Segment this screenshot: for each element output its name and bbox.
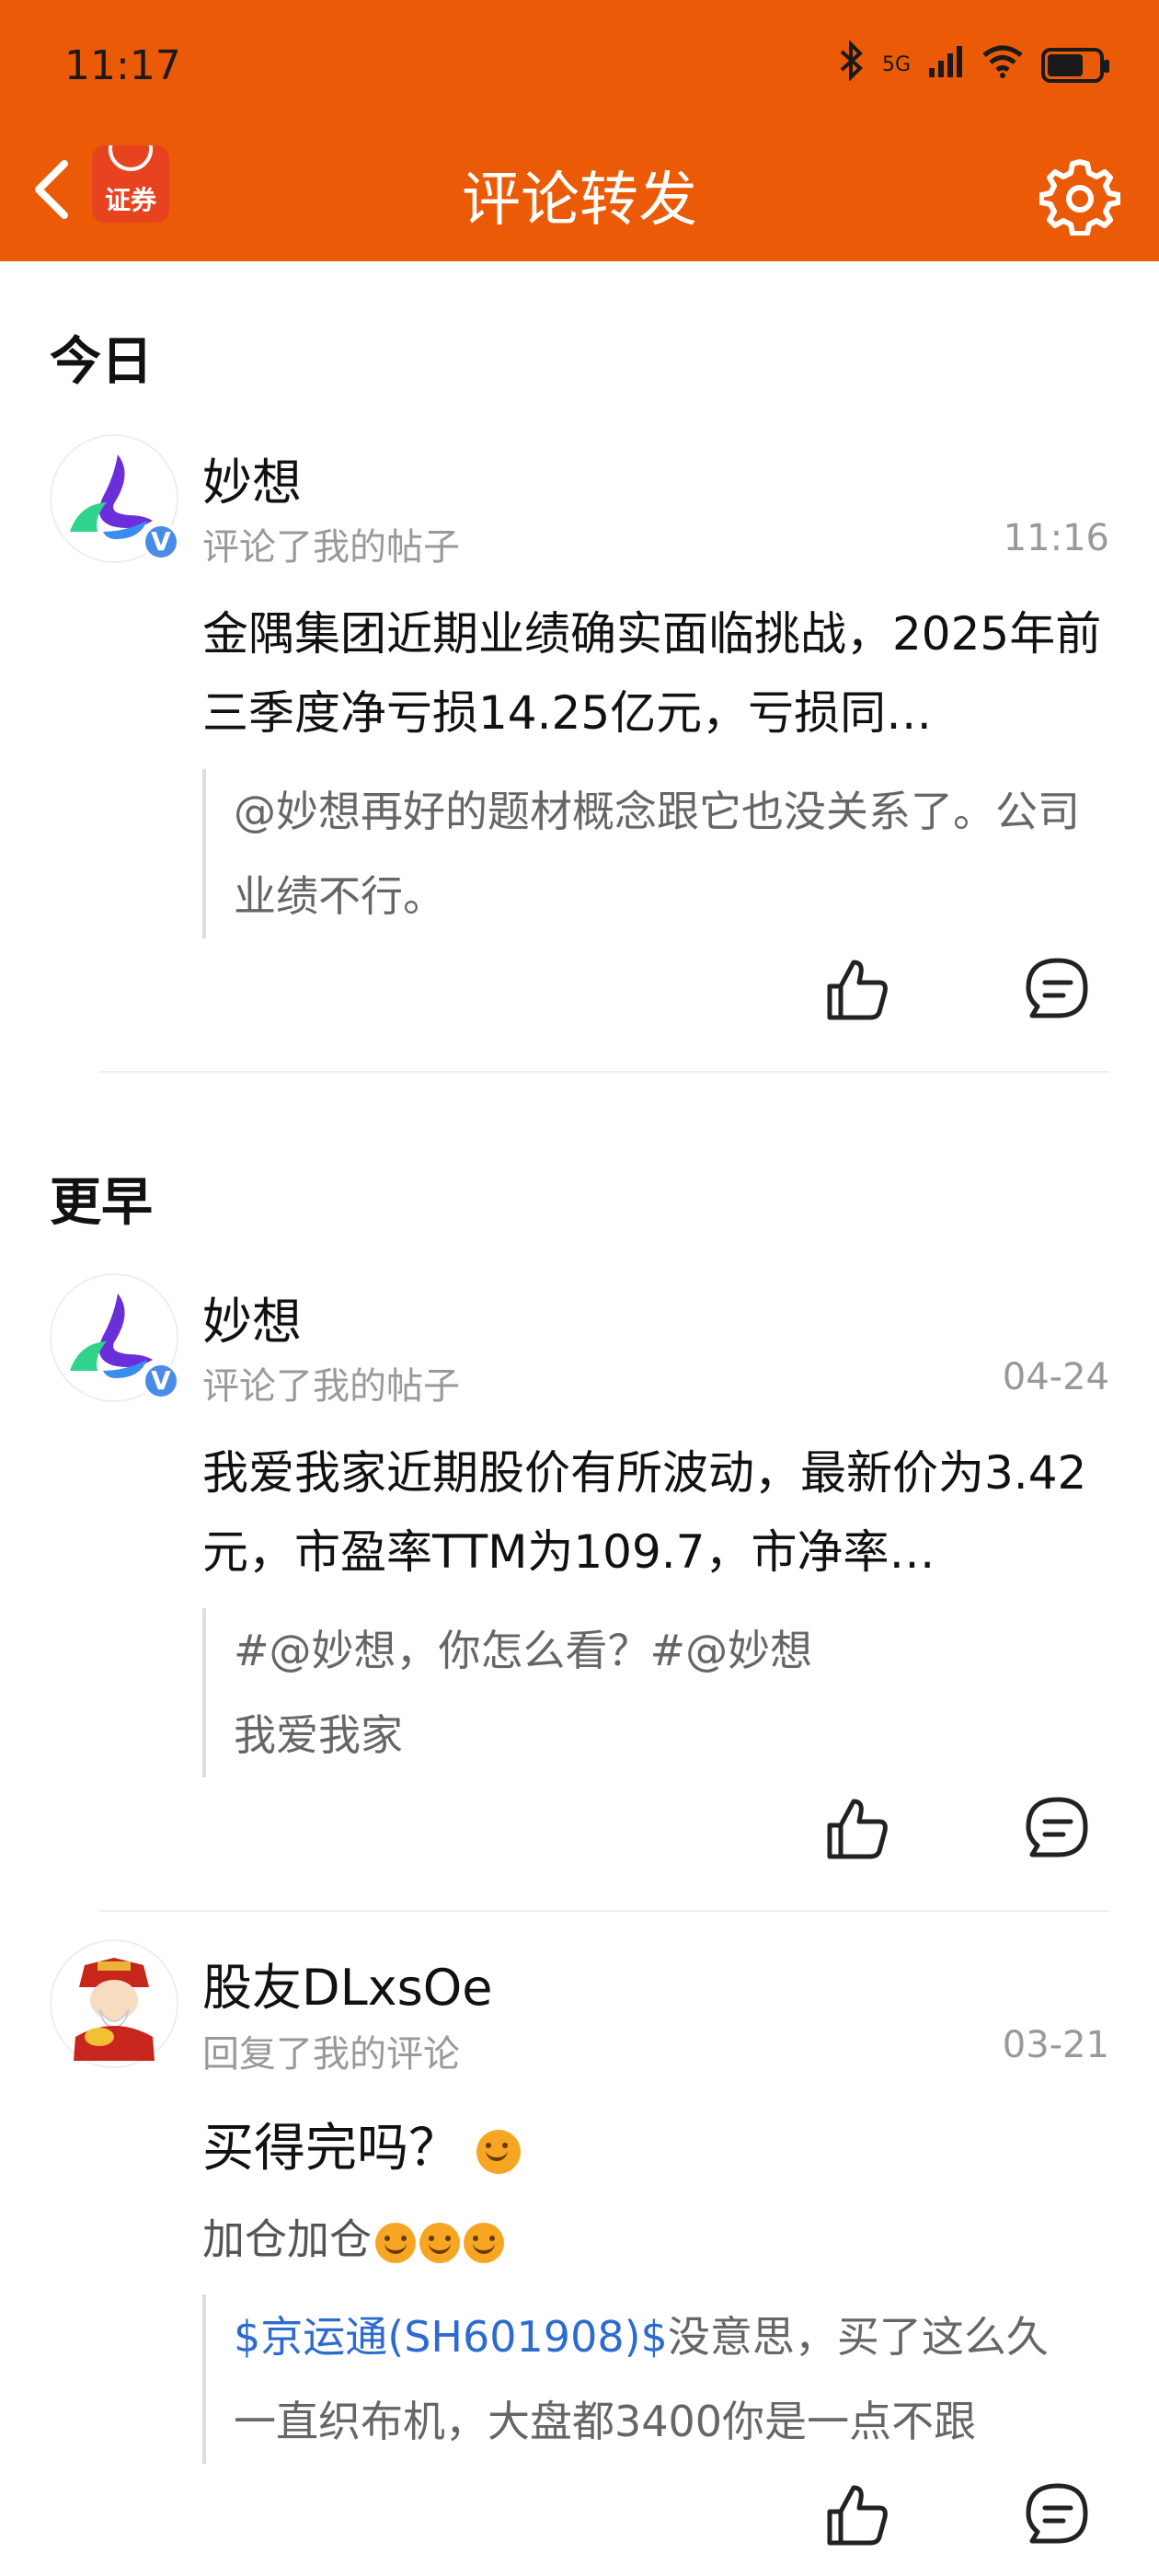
timestamp: 03-21 <box>1002 2024 1109 2066</box>
timestamp: 04-24 <box>1002 1356 1109 1398</box>
quoted-post[interactable]: @妙想再好的题材概念跟它也没关系了。公司业绩不行。 <box>202 769 1085 938</box>
username[interactable]: 妙想 <box>202 442 302 514</box>
action-text: 回复了我的评论 <box>202 2033 460 2076</box>
divider <box>99 1910 1109 1912</box>
quoted-post[interactable]: #@妙想，你怎么看？#@妙想 我爱我家 <box>202 1608 1085 1777</box>
status-time: 11:17 <box>64 42 181 89</box>
battery-icon <box>1041 48 1109 83</box>
back-button[interactable] <box>26 153 81 226</box>
bluetooth-icon <box>838 40 866 90</box>
action-text: 评论了我的帖子 <box>202 1365 460 1408</box>
stock-link[interactable]: $京运通(SH601908)$ <box>234 2312 668 2362</box>
quote-line: $京运通(SH601908)$没意思，买了这么久 <box>234 2312 1049 2362</box>
comment-button[interactable] <box>1023 1794 1093 1864</box>
wifi-icon <box>981 42 1025 88</box>
thinking-emoji-icon <box>476 2129 521 2174</box>
section-title-earlier: 更早 <box>50 1173 153 1233</box>
back-arrow-icon <box>35 160 68 219</box>
verified-badge-icon: V <box>142 523 180 561</box>
quote-line: #@妙想，你怎么看？#@妙想 <box>234 1626 813 1675</box>
comment-icon <box>1026 2483 1088 2544</box>
thumbs-up-icon <box>827 1799 888 1859</box>
page-title: 评论转发 <box>462 167 697 235</box>
avatar[interactable] <box>50 1939 178 2068</box>
settings-button[interactable] <box>1039 155 1121 236</box>
smile-emoji-icon <box>464 2222 504 2263</box>
username[interactable]: 股友DLxsOe <box>202 1947 492 2019</box>
status-icons: 5G <box>838 40 1109 90</box>
comment-subtext: 加仓加仓 <box>202 2206 504 2267</box>
smile-emoji-icon <box>375 2222 416 2263</box>
quote-line: 我爱我家 <box>234 1710 403 1760</box>
comment-content[interactable]: 我爱我家近期股价有所波动，最新价为3.42元，市盈率TTM为109.7，市净率… <box>202 1433 1122 1592</box>
network-label: 5G <box>881 53 911 76</box>
section-title-today: 今日 <box>50 332 153 392</box>
comment-icon <box>1026 1797 1088 1857</box>
smile-emoji-icon <box>419 2222 460 2263</box>
username[interactable]: 妙想 <box>202 1281 302 1353</box>
app-header: 11:17 5G 证券 评论转发 <box>0 0 1159 261</box>
comment-content[interactable]: 金隅集团近期业绩确实面临挑战，2025年前三季度净亏损14.25亿元，亏损同… <box>202 594 1122 753</box>
like-button[interactable] <box>822 2480 892 2550</box>
action-text: 评论了我的帖子 <box>202 526 460 569</box>
timestamp: 11:16 <box>1003 517 1109 559</box>
god-of-wealth-avatar-icon <box>53 1943 175 2064</box>
comment-button[interactable] <box>1023 955 1093 1025</box>
thumbs-up-icon <box>827 960 888 1020</box>
divider <box>99 1071 1109 1073</box>
app-logo: 证券 <box>92 145 169 223</box>
comment-icon <box>1026 958 1088 1018</box>
avatar[interactable]: V <box>50 1273 180 1402</box>
like-button[interactable] <box>822 955 892 1025</box>
quote-line: 一直织布机，大盘都3400你是一点不跟 <box>234 2397 977 2446</box>
comment-button[interactable] <box>1023 2480 1093 2550</box>
signal-icon <box>927 42 964 88</box>
quoted-comment[interactable]: $京运通(SH601908)$没意思，买了这么久 一直织布机，大盘都3400你是… <box>202 2294 1085 2464</box>
thumbs-up-icon <box>827 2485 888 2546</box>
verified-badge-icon: V <box>142 1362 180 1400</box>
like-button[interactable] <box>822 1794 892 1864</box>
comment-content[interactable]: 买得完吗？ <box>202 2107 521 2181</box>
avatar[interactable]: V <box>50 434 180 563</box>
gear-icon <box>1039 159 1121 236</box>
